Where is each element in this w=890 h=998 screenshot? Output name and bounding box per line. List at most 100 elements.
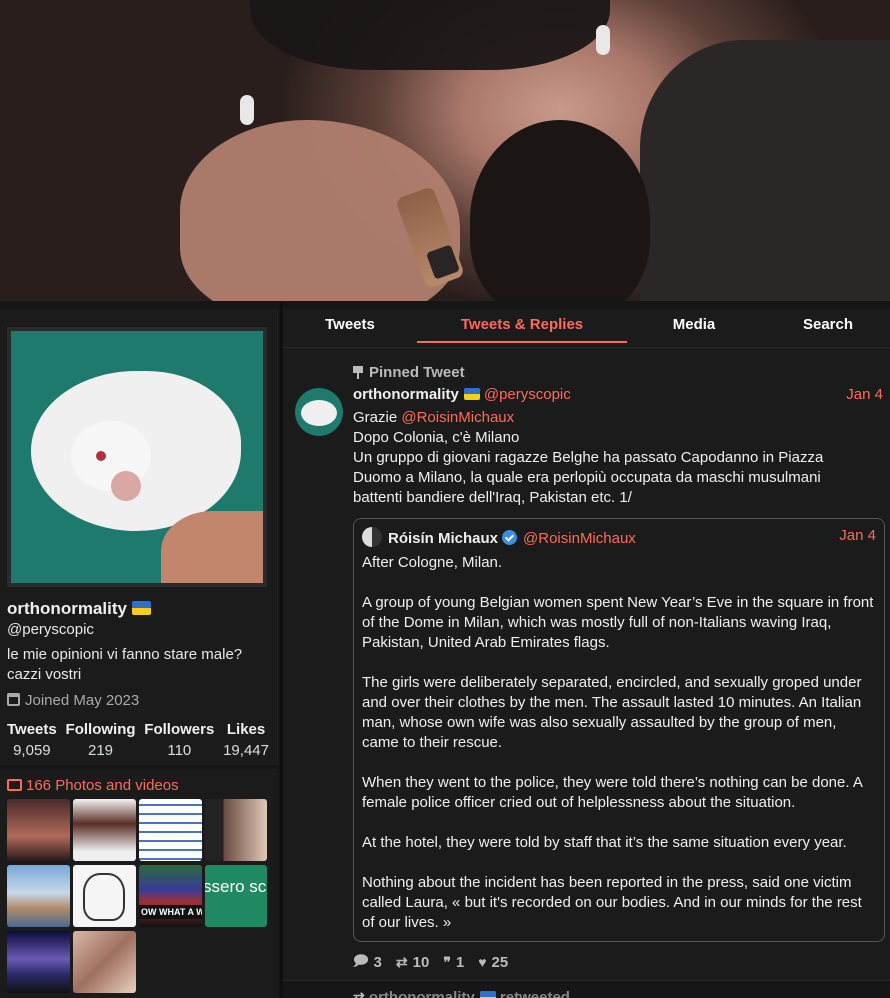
stat-label: Following	[65, 721, 136, 738]
tweet-text-line: Un gruppo di giovani ragazze Belghe ha p…	[353, 449, 824, 506]
quote-icon: ❞	[443, 953, 451, 970]
image-icon	[7, 779, 22, 791]
profile-joined-text: Joined May 2023	[25, 692, 140, 709]
quote-count: 1	[455, 953, 465, 971]
profile-name-text: orthonormality	[7, 599, 127, 618]
tweet-date[interactable]: Jan 4	[846, 386, 883, 403]
photo-thumbnail[interactable]	[73, 931, 136, 993]
photos-link[interactable]: 166 Photos and videos	[7, 777, 179, 794]
banner-beard	[470, 120, 650, 301]
tab-tweets[interactable]: Tweets	[283, 309, 417, 347]
photo-thumbnail[interactable]	[205, 799, 267, 861]
profile-avatar[interactable]	[7, 327, 267, 587]
avatar-hand	[161, 511, 263, 583]
banner-earpod-left	[240, 95, 254, 125]
quote-author-handle[interactable]: @RoisinMichaux	[523, 530, 636, 547]
comment-icon: 🗩	[353, 952, 369, 968]
stat-value: 110	[167, 742, 192, 759]
avatar-rat-eye	[96, 451, 106, 461]
photo-thumbnail[interactable]	[7, 865, 70, 927]
photos-label: 166 Photos and videos	[26, 777, 179, 794]
retweeter-name[interactable]: orthonormality	[369, 989, 475, 998]
stat-following[interactable]: Following 219	[66, 721, 136, 759]
tweet-header: orthonormality @peryscopic Jan 4	[353, 386, 883, 403]
retweet-icon: ⇄	[353, 989, 365, 998]
heart-icon: ♥	[478, 954, 487, 970]
photo-thumbnail[interactable]	[7, 931, 70, 993]
photo-thumbnail[interactable]	[139, 799, 202, 861]
verified-badge-icon	[502, 530, 518, 545]
profile-name: orthonormality	[7, 599, 151, 619]
profile-bio: le mie opinioni vi fanno stare male? caz…	[7, 646, 243, 683]
ukraine-flag-icon	[463, 388, 480, 400]
calendar-icon	[7, 693, 20, 706]
profile-handle: @peryscopic	[7, 621, 94, 638]
avatar-rat-ear	[111, 471, 141, 501]
stat-label: Followers	[144, 721, 215, 738]
stat-tweets[interactable]: Tweets 9,059	[7, 721, 57, 759]
profile-sidebar: orthonormality @peryscopic le mie opinio…	[0, 301, 280, 998]
tab-search[interactable]: Search	[761, 309, 890, 347]
tweet-text: Grazie @RoisinMichaux Dopo Colonia, c'è …	[353, 408, 863, 508]
reply-count: 3	[373, 953, 382, 971]
profile-banner[interactable]	[0, 0, 890, 301]
profile-tabs: Tweets Tweets & Replies Media Search	[283, 309, 890, 349]
photo-thumbnail[interactable]: OW WHAT A WO	[139, 865, 202, 927]
retweet-count: 10	[412, 953, 430, 971]
tweet-text-line: Dopo Colonia, c'è Milano	[353, 429, 520, 446]
banner-sunglasses	[250, 0, 610, 70]
quote-paragraph: After Cologne, Milan.	[362, 554, 503, 571]
ukraine-flag-icon	[131, 601, 151, 615]
quote-paragraph: At the hotel, they were told by staff th…	[362, 834, 847, 851]
pin-icon	[353, 366, 363, 379]
retweet-button[interactable]: ⇄ 10	[396, 950, 429, 974]
tab-media[interactable]: Media	[627, 309, 761, 347]
quote-avatar[interactable]	[362, 527, 382, 547]
quote-paragraph: A group of young Belgian women spent New…	[362, 594, 874, 651]
profile-stats: Tweets 9,059 Following 219 Followers 110…	[7, 721, 269, 759]
mention-link[interactable]: @RoisinMichaux	[401, 409, 514, 426]
tweet-text-prefix: Grazie	[353, 409, 402, 426]
photos-card: 166 Photos and videos OW WHAT A WO ssero…	[0, 769, 278, 998]
banner-jacket	[640, 40, 890, 301]
tweet-avatar[interactable]	[295, 388, 343, 436]
stat-value: 19,447	[223, 742, 269, 759]
quote-paragraph: The girls were deliberately separated, e…	[362, 674, 862, 751]
avatar-rat	[301, 400, 337, 426]
tab-tweets-and-replies[interactable]: Tweets & Replies	[417, 309, 627, 343]
photo-thumbnail[interactable]	[7, 799, 70, 861]
quote-paragraph: When they went to the police, they were …	[362, 774, 863, 811]
quote-author-name[interactable]: Róisín Michaux	[388, 530, 498, 547]
photo-thumbnail[interactable]	[73, 865, 136, 927]
tweet-author-name[interactable]: orthonormality	[353, 386, 459, 403]
retweet-icon: ⇄	[395, 953, 408, 970]
quote-button[interactable]: ❞ 1	[443, 950, 464, 974]
profile-joined: Joined May 2023	[7, 692, 139, 709]
timeline: Tweets Tweets & Replies Media Search Pin…	[283, 301, 890, 998]
quote-date[interactable]: Jan 4	[839, 527, 876, 544]
retweeted-label: retweeted	[499, 989, 570, 998]
photo-thumbnail[interactable]: ssero sc	[205, 865, 267, 927]
banner-earpod-right	[596, 25, 610, 55]
stat-followers[interactable]: Followers 110	[144, 721, 214, 759]
like-button[interactable]: ♥ 25	[478, 950, 508, 974]
stat-likes[interactable]: Likes 19,447	[223, 721, 269, 759]
thumbnail-caption: OW WHAT A WO	[139, 905, 202, 919]
tweet-author-handle[interactable]: @peryscopic	[484, 386, 571, 403]
quote-header: Róisín Michaux @RoisinMichaux Jan 4	[362, 527, 876, 547]
stat-value: 9,059	[13, 742, 51, 759]
pinned-tweet[interactable]: Pinned Tweet orthonormality @peryscopic J…	[283, 347, 890, 981]
profile-card: orthonormality @peryscopic le mie opinio…	[0, 309, 278, 765]
quote-body: After Cologne, Milan. A group of young B…	[362, 553, 877, 953]
next-tweet-retweet-label: ⇄ orthonormality retweeted	[353, 989, 570, 998]
thumbnail-caption: ssero sc	[205, 877, 267, 896]
stat-value: 219	[88, 742, 114, 759]
pinned-label: Pinned Tweet	[353, 364, 465, 381]
reply-button[interactable]: 🗩 3	[353, 950, 382, 974]
stat-label: Tweets	[7, 721, 57, 738]
quoted-tweet[interactable]: Róisín Michaux @RoisinMichaux Jan 4 After…	[353, 518, 885, 942]
pinned-label-text: Pinned Tweet	[369, 364, 465, 381]
photo-thumbnail[interactable]	[73, 799, 136, 861]
stat-label: Likes	[226, 721, 266, 738]
tweet-actions: 🗩 3 ⇄ 10 ❞ 1 ♥ 25	[353, 950, 508, 974]
